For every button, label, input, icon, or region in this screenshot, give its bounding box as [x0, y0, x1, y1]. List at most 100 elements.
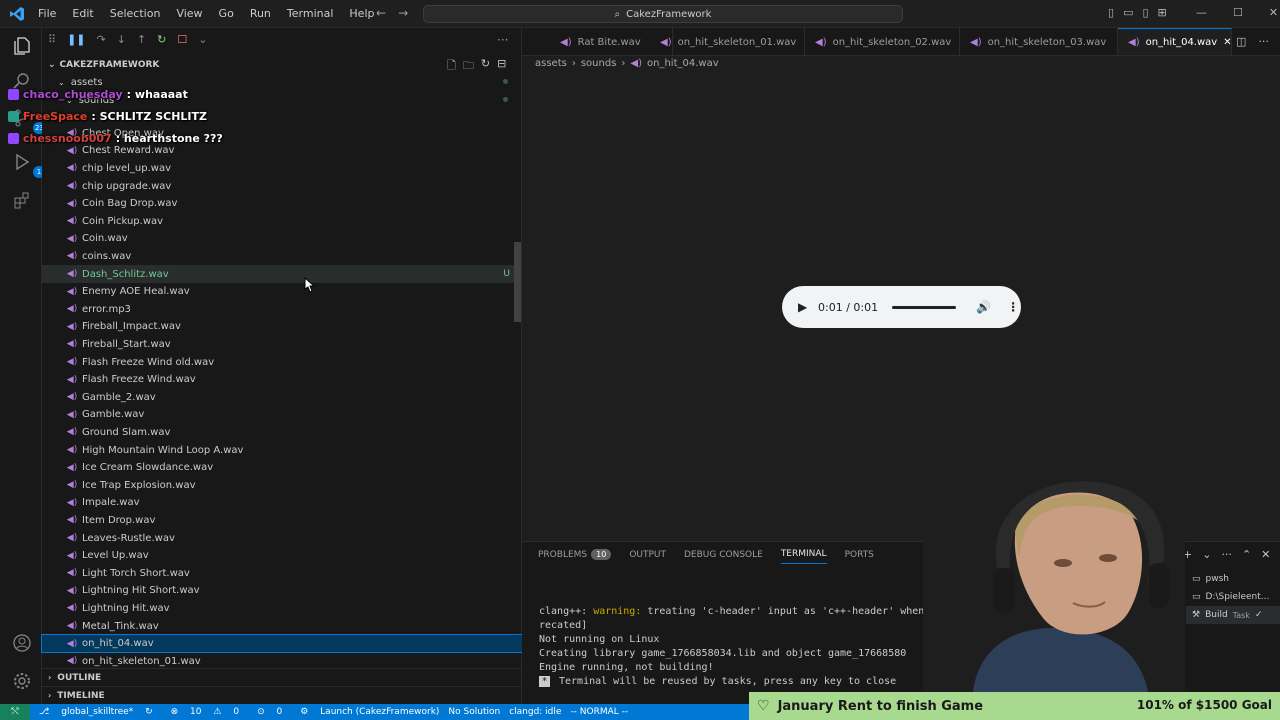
run-debug-icon[interactable]: 1	[11, 152, 45, 178]
settings-gear-icon[interactable]	[11, 671, 33, 693]
file-item[interactable]: ◀) Coin Bag Drop.wav	[42, 195, 522, 213]
file-item[interactable]: ◀) error.mp3	[42, 301, 522, 319]
volume-icon[interactable]: 🔊	[976, 300, 991, 314]
tab-on-hit-04[interactable]: ◀) on_hit_04.wav ✕	[1118, 28, 1232, 55]
terminal-item-spieleent[interactable]: ▭ D:\Spieleent...	[1186, 588, 1280, 606]
audio-file-icon: ◀)	[660, 36, 672, 48]
file-item[interactable]: ◀) Flash Freeze Wind.wav	[42, 371, 522, 389]
menu-run[interactable]: Run	[242, 0, 279, 28]
chevron-down-icon[interactable]: ⌄	[1202, 548, 1211, 561]
file-item[interactable]: ◀) chip level_up.wav	[42, 160, 522, 178]
more-options-icon[interactable]: ⋮	[1007, 300, 1019, 314]
menu-file[interactable]: File	[30, 0, 64, 28]
tab-on-hit-skeleton-03[interactable]: ◀) on_hit_skeleton_03.wav	[960, 28, 1118, 55]
file-item[interactable]: ◀) Level Up.wav	[42, 547, 522, 565]
command-center[interactable]: ⌕ CakezFramework	[423, 5, 903, 23]
split-editor-icon[interactable]: ◫	[1236, 35, 1246, 48]
panel-tab-problems[interactable]: PROBLEMS 10	[538, 549, 612, 564]
problems-count-badge: 10	[591, 549, 612, 560]
menu-terminal[interactable]: Terminal	[279, 0, 342, 28]
terminal-item-pwsh[interactable]: ▭ pwsh	[1186, 570, 1280, 588]
file-item[interactable]: ◀) Gamble_2.wav	[42, 389, 522, 407]
branch-status[interactable]: ⎇ global_skilltree* ↻	[39, 707, 153, 717]
play-icon[interactable]: ▶	[798, 300, 810, 314]
more-actions-icon[interactable]: ···	[1221, 548, 1232, 561]
forward-arrow-icon[interactable]: →	[398, 6, 408, 20]
panel-tab-debug-console[interactable]: DEBUG CONSOLE	[684, 550, 763, 564]
file-item[interactable]: ◀) Gamble.wav	[42, 406, 522, 424]
audio-file-icon: ◀)	[66, 409, 78, 420]
back-arrow-icon[interactable]: ←	[376, 6, 386, 20]
toggle-primary-sidebar-icon[interactable]: ▯	[1108, 6, 1114, 19]
terminal-item-build[interactable]: ⚒ Build Task ✓	[1186, 606, 1280, 624]
toggle-panel-icon[interactable]: ▭	[1123, 6, 1133, 19]
file-item[interactable]: ◀) on_hit_04.wav	[41, 633, 523, 654]
drag-handle-icon[interactable]: ⠿	[48, 33, 56, 46]
menu-selection[interactable]: Selection	[102, 0, 169, 28]
stop-icon[interactable]: ☐	[177, 33, 187, 46]
step-into-icon[interactable]: ↓	[117, 33, 126, 46]
file-item[interactable]: ◀) Ground Slam.wav	[42, 424, 522, 442]
file-item[interactable]: ◀) Light Torch Short.wav	[42, 565, 522, 583]
pause-icon[interactable]: ❚❚	[67, 33, 85, 46]
file-item[interactable]: ◀) coins.wav	[42, 248, 522, 266]
file-item[interactable]: ◀) Metal_Tink.wav	[42, 617, 522, 635]
dropdown-chevron-icon[interactable]: ⌄	[198, 33, 207, 46]
maximize-panel-icon[interactable]: ⌃	[1242, 548, 1251, 561]
sidebar-scrollbar[interactable]	[514, 242, 521, 322]
tab-on-hit-skeleton-02[interactable]: ◀) on_hit_skeleton_02.wav	[805, 28, 960, 55]
more-actions-icon[interactable]: ···	[497, 33, 508, 47]
antenna-icon: ⊙	[257, 707, 265, 717]
close-window-icon[interactable]: ✕	[1269, 6, 1278, 19]
clangd-status[interactable]: clangd: idle	[509, 707, 561, 717]
file-item[interactable]: ◀) Impale.wav	[42, 494, 522, 512]
solution-status[interactable]: No Solution	[448, 707, 500, 717]
account-icon[interactable]	[11, 633, 33, 655]
extensions-icon[interactable]	[11, 190, 33, 212]
ports-status[interactable]: ⊙ 0	[248, 707, 282, 717]
breadcrumb-item[interactable]: sounds	[581, 58, 617, 69]
file-item[interactable]: ◀) Leaves-Rustle.wav	[42, 529, 522, 547]
step-out-icon[interactable]: ↑	[137, 33, 146, 46]
file-item[interactable]: ◀) Enemy AOE Heal.wav	[42, 283, 522, 301]
step-over-icon[interactable]: ↷	[97, 33, 106, 46]
outline-section[interactable]: › OUTLINE	[42, 668, 522, 686]
file-item[interactable]: ◀) Ice Cream Slowdance.wav	[42, 459, 522, 477]
file-item[interactable]: ◀) Coin.wav	[42, 230, 522, 248]
more-actions-icon[interactable]: ···	[1258, 35, 1269, 48]
file-item[interactable]: ◀) Ice Trap Explosion.wav	[42, 477, 522, 495]
panel-tab-ports[interactable]: PORTS	[845, 550, 874, 564]
file-item[interactable]: ◀) Fireball_Start.wav	[42, 336, 522, 354]
file-item[interactable]: ◀) Flash Freeze Wind old.wav	[42, 353, 522, 371]
customize-layout-icon[interactable]: ⊞	[1158, 6, 1167, 19]
files-icon[interactable]	[11, 36, 33, 58]
breadcrumb-item[interactable]: on_hit_04.wav	[647, 58, 719, 69]
file-item[interactable]: ◀) High Mountain Wind Loop A.wav	[42, 441, 522, 459]
audio-file-icon: ◀)	[66, 603, 78, 614]
file-item[interactable]: ◀) Lightning Hit.wav	[42, 600, 522, 618]
file-item[interactable]: ◀) Item Drop.wav	[42, 512, 522, 530]
panel-tab-output[interactable]: OUTPUT	[629, 550, 666, 564]
restart-icon[interactable]: ↻	[157, 33, 166, 46]
minimize-icon[interactable]: —	[1196, 6, 1207, 19]
file-item[interactable]: ◀) Dash_Schlitz.wav U	[42, 265, 522, 283]
close-tab-icon[interactable]: ✕	[1223, 37, 1231, 48]
close-panel-icon[interactable]: ✕	[1261, 548, 1270, 561]
remote-indicator-icon[interactable]: ⤲	[0, 704, 30, 720]
breadcrumb-item[interactable]: assets	[535, 58, 567, 69]
file-item[interactable]: ◀) Coin Pickup.wav	[42, 213, 522, 231]
panel-tab-terminal[interactable]: TERMINAL	[780, 549, 827, 564]
menu-edit[interactable]: Edit	[64, 0, 101, 28]
problems-status[interactable]: ⊗ 10 ⚠ 0	[162, 707, 239, 717]
timeline-section[interactable]: › TIMELINE	[42, 686, 522, 704]
launch-status[interactable]: ⚙ Launch (CakezFramework)	[291, 707, 439, 717]
tab-on-hit-skeleton-01[interactable]: ◀) on_hit_skeleton_01.wav	[650, 28, 805, 55]
file-item[interactable]: ◀) Lightning Hit Short.wav	[42, 582, 522, 600]
audio-progress-bar[interactable]	[892, 305, 957, 309]
menu-go[interactable]: Go	[211, 0, 242, 28]
file-item[interactable]: ◀) Fireball_Impact.wav	[42, 318, 522, 336]
menu-view[interactable]: View	[168, 0, 210, 28]
file-item[interactable]: ◀) chip upgrade.wav	[42, 177, 522, 195]
maximize-icon[interactable]: ☐	[1233, 6, 1243, 19]
toggle-secondary-sidebar-icon[interactable]: ▯	[1142, 6, 1148, 19]
